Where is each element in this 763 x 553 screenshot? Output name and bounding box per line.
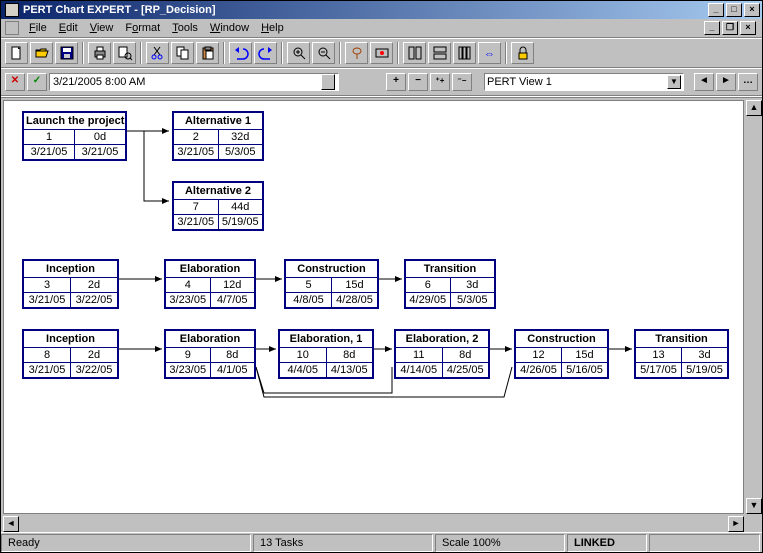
zoom-in-button[interactable]: [287, 42, 310, 64]
window-title: PERT Chart EXPERT - [RP_Decision]: [23, 4, 708, 16]
node-id: 1: [24, 130, 75, 144]
node-title: Launch the project: [24, 113, 125, 130]
menu-window[interactable]: Window: [204, 21, 255, 35]
status-bar: Ready 13 Tasks Scale 100% LINKED: [1, 532, 762, 552]
add-node-button[interactable]: +: [386, 73, 406, 91]
svg-text:⇔: ⇔: [484, 48, 495, 60]
node-elab21[interactable]: Elaboration, 1 108d 4/4/054/13/05: [278, 329, 374, 379]
status-linked: LINKED: [567, 534, 647, 552]
open-button[interactable]: [30, 42, 53, 64]
node-cons2[interactable]: Construction 1215d 4/26/055/16/05: [514, 329, 609, 379]
accept-edit-button[interactable]: ✓: [27, 73, 47, 91]
canvas-area: Launch the project 10d 3/21/053/21/05 Al…: [1, 97, 762, 532]
date-value: 3/21/2005 8:00 AM: [53, 76, 145, 88]
menu-file[interactable]: File: [23, 21, 53, 35]
copy-button[interactable]: [171, 42, 194, 64]
menubar: File Edit View Format Tools Window Help …: [1, 19, 762, 37]
layout2-button[interactable]: [428, 42, 451, 64]
lock-button[interactable]: [511, 42, 534, 64]
node-elab2[interactable]: Elaboration 98d 3/23/054/1/05: [164, 329, 256, 379]
scroll-up-button[interactable]: ▲: [746, 100, 762, 116]
status-tasks: 13 Tasks: [253, 534, 433, 552]
node-inc2[interactable]: Inception 82d 3/21/053/22/05: [22, 329, 119, 379]
print-preview-button[interactable]: [113, 42, 136, 64]
scroll-right-button[interactable]: ►: [728, 516, 744, 532]
remove-node-button[interactable]: −: [408, 73, 428, 91]
undo-button[interactable]: [229, 42, 252, 64]
next-view-button[interactable]: ►: [716, 73, 736, 91]
pert-canvas[interactable]: Launch the project 10d 3/21/053/21/05 Al…: [3, 100, 744, 514]
zoom-out-button[interactable]: [312, 42, 335, 64]
menu-format[interactable]: Format: [119, 21, 166, 35]
date-field[interactable]: 3/21/2005 8:00 AM: [49, 73, 339, 91]
toolbar-main: ⇔: [1, 39, 762, 67]
more-button[interactable]: …: [738, 73, 758, 91]
goto-button[interactable]: [370, 42, 393, 64]
close-button[interactable]: ×: [744, 3, 760, 17]
menu-view[interactable]: View: [84, 21, 120, 35]
menu-tools[interactable]: Tools: [166, 21, 204, 35]
collapse-button[interactable]: ⁻−: [452, 73, 472, 91]
node-cons1[interactable]: Construction 515d 4/8/054/28/05: [284, 259, 379, 309]
prev-view-button[interactable]: ◄: [694, 73, 714, 91]
cancel-edit-button[interactable]: ✕: [5, 73, 25, 91]
node-launch[interactable]: Launch the project 10d 3/21/053/21/05: [22, 111, 127, 161]
find-button[interactable]: [345, 42, 368, 64]
expand-button[interactable]: ⁺+: [430, 73, 450, 91]
minimize-button[interactable]: _: [708, 3, 724, 17]
maximize-button[interactable]: □: [726, 3, 742, 17]
new-button[interactable]: [5, 42, 28, 64]
view-combo-value: PERT View 1: [487, 76, 552, 88]
node-elab1[interactable]: Elaboration 412d 3/23/054/7/05: [164, 259, 256, 309]
node-dur: 0d: [75, 130, 125, 144]
paste-button[interactable]: [196, 42, 219, 64]
redo-button[interactable]: [254, 42, 277, 64]
status-scale: Scale 100%: [435, 534, 565, 552]
titlebar[interactable]: PERT Chart EXPERT - [RP_Decision] _ □ ×: [1, 1, 762, 19]
node-tran2[interactable]: Transition 133d 5/17/055/19/05: [634, 329, 729, 379]
node-inc1[interactable]: Inception 32d 3/21/053/22/05: [22, 259, 119, 309]
toolbar-secondary: ✕ ✓ 3/21/2005 8:00 AM + − ⁺+ ⁻− PERT Vie…: [1, 69, 762, 95]
menu-help[interactable]: Help: [255, 21, 290, 35]
child-close-button[interactable]: ×: [740, 21, 756, 35]
status-spacer: [649, 534, 760, 552]
layout1-button[interactable]: [403, 42, 426, 64]
scroll-left-button[interactable]: ◄: [3, 516, 19, 532]
dropdown-icon: ▼: [667, 75, 681, 89]
node-alt2[interactable]: Alternative 2 744d 3/21/055/19/05: [172, 181, 264, 231]
status-ready: Ready: [1, 534, 251, 552]
scroll-down-button[interactable]: ▼: [746, 498, 762, 514]
print-button[interactable]: [88, 42, 111, 64]
node-alt1[interactable]: Alternative 1 232d 3/21/055/3/05: [172, 111, 264, 161]
node-elab22[interactable]: Elaboration, 2 118d 4/14/054/25/05: [394, 329, 490, 379]
link-button[interactable]: ⇔: [478, 42, 501, 64]
app-window: PERT Chart EXPERT - [RP_Decision] _ □ × …: [0, 0, 763, 553]
menu-edit[interactable]: Edit: [53, 21, 84, 35]
view-combo[interactable]: PERT View 1 ▼: [484, 73, 684, 91]
cut-button[interactable]: [146, 42, 169, 64]
app-icon: [5, 3, 19, 17]
layout3-button[interactable]: [453, 42, 476, 64]
node-tran1[interactable]: Transition 63d 4/29/055/3/05: [404, 259, 496, 309]
child-minimize-button[interactable]: _: [704, 21, 720, 35]
save-button[interactable]: [55, 42, 78, 64]
doc-icon: [5, 21, 19, 35]
child-restore-button[interactable]: ❐: [722, 21, 738, 35]
node-finish: 3/21/05: [75, 145, 125, 159]
node-start: 3/21/05: [24, 145, 75, 159]
